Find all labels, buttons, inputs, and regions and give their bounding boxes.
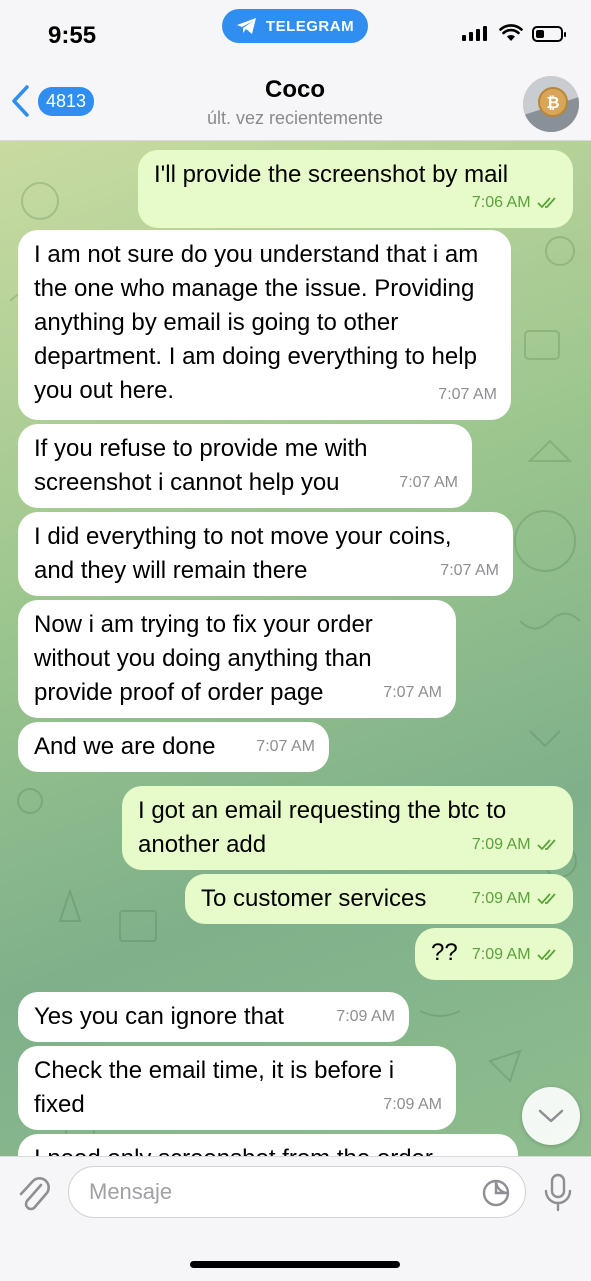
message-time: 7:07 AM — [383, 684, 442, 701]
message-time: 7:09 AM — [336, 1008, 395, 1025]
cellular-signal-icon — [462, 26, 487, 41]
avatar[interactable]: ₿ — [523, 76, 579, 132]
chat-title: Coco — [265, 76, 325, 103]
message-time: 7:07 AM — [399, 474, 458, 491]
message-input-box — [68, 1166, 526, 1218]
message-bubble-incoming[interactable]: I need only screenshot from the order — [18, 1134, 518, 1156]
message-text: I got an email requesting the btc to ano… — [138, 797, 507, 858]
chat-header: 4813 Coco últ. vez recientemente ₿ — [0, 60, 591, 141]
microphone-icon[interactable] — [541, 1173, 575, 1213]
message-text: I need only screenshot from the order — [34, 1145, 433, 1156]
double-check-icon — [537, 893, 556, 905]
scroll-down-button[interactable] — [522, 1087, 580, 1145]
message-text: ?? — [431, 939, 458, 966]
paperclip-icon[interactable] — [15, 1173, 51, 1213]
double-check-icon — [537, 197, 556, 209]
message-text: I'll provide the screenshot by mail — [154, 161, 509, 188]
status-bar: 9:55 TELEGRAM — [0, 0, 591, 60]
message-time: 7:06 AM — [471, 194, 531, 211]
svg-text:₿: ₿ — [546, 93, 559, 112]
message-bubble-incoming[interactable]: And we are done 7:07 AM — [18, 722, 329, 772]
telegram-icon — [236, 18, 256, 34]
message-bubble-incoming[interactable]: I did everything to not move your coins,… — [18, 512, 513, 596]
message-bubble-incoming[interactable]: Check the email time, it is before i fix… — [18, 1046, 456, 1130]
message-bubble-outgoing[interactable]: To customer services 7:09 AM — [185, 874, 573, 924]
message-bubble-outgoing[interactable]: I got an email requesting the btc to ano… — [122, 786, 573, 870]
chevron-left-icon — [12, 85, 29, 117]
message-time: 7:09 AM — [471, 946, 531, 963]
message-bubble-outgoing[interactable]: I'll provide the screenshot by mail 7:06… — [138, 150, 573, 228]
message-input[interactable] — [87, 1167, 471, 1217]
telegram-pill[interactable]: TELEGRAM — [222, 9, 368, 43]
message-text: If you refuse to provide me with screens… — [34, 435, 368, 496]
message-text: I did everything to not move your coins,… — [34, 523, 452, 584]
message-time: 7:07 AM — [256, 738, 315, 755]
message-time: 7:09 AM — [383, 1096, 442, 1113]
telegram-pill-label: TELEGRAM — [265, 17, 355, 35]
message-time: 7:09 AM — [471, 890, 531, 907]
wifi-icon — [499, 24, 523, 41]
chevron-down-icon — [538, 1109, 564, 1123]
message-text: Now i am trying to fix your order withou… — [34, 611, 373, 706]
sticker-icon[interactable] — [481, 1178, 511, 1208]
message-bubble-incoming[interactable]: If you refuse to provide me with screens… — [18, 424, 472, 508]
bitcoin-icon: ₿ — [523, 76, 579, 132]
message-bubble-incoming[interactable]: Now i am trying to fix your order withou… — [18, 600, 456, 718]
chat-title-area[interactable]: Coco últ. vez recientemente — [150, 76, 440, 129]
double-check-icon — [537, 949, 556, 961]
message-bubble-incoming[interactable]: I am not sure do you understand that i a… — [18, 230, 511, 420]
message-bubble-outgoing[interactable]: ?? 7:09 AM — [415, 928, 573, 980]
message-text: Yes you can ignore that — [34, 1003, 284, 1030]
unread-count-badge: 4813 — [38, 86, 95, 116]
chat-area[interactable]: I'll provide the screenshot by mail 7:06… — [0, 141, 591, 1156]
back-button[interactable]: 4813 — [10, 84, 95, 118]
last-seen-status: últ. vez recientemente — [206, 108, 384, 128]
message-bubble-incoming[interactable]: Yes you can ignore that 7:09 AM — [18, 992, 409, 1042]
double-check-icon — [537, 839, 556, 851]
message-text: And we are done — [34, 733, 216, 760]
status-time: 9:55 — [48, 22, 97, 49]
message-time: 7:07 AM — [438, 386, 497, 403]
home-indicator — [190, 1261, 400, 1268]
message-time: 7:07 AM — [440, 562, 499, 579]
battery-icon — [532, 26, 566, 42]
message-text: To customer services — [201, 885, 427, 912]
message-text: Check the email time, it is before i fix… — [34, 1057, 395, 1118]
message-time: 7:09 AM — [471, 836, 531, 853]
message-text: I am not sure do you understand that i a… — [34, 241, 479, 404]
